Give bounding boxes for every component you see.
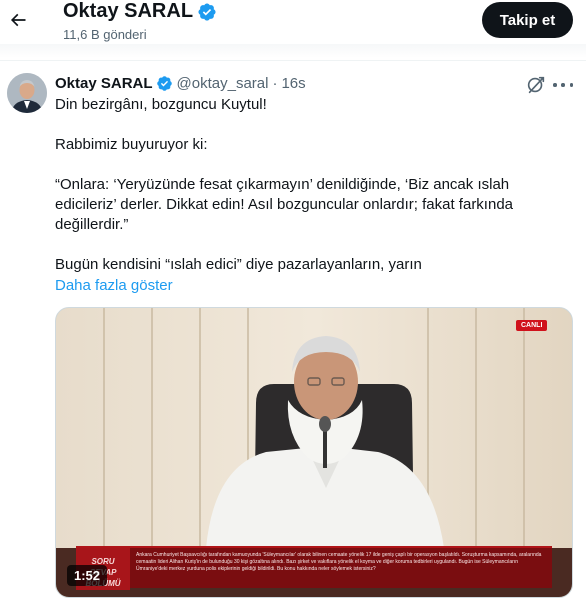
header-shadow xyxy=(0,44,586,58)
back-button[interactable] xyxy=(3,5,33,35)
tweet-line: değillerdir.” xyxy=(55,216,129,233)
verified-badge-icon xyxy=(156,75,172,91)
news-banner: SORU CEVAP BÖLÜMÜ Ankara Cumhuriyet Başs… xyxy=(76,546,552,590)
separator-dot: · xyxy=(272,74,278,92)
header-divider xyxy=(0,60,586,61)
more-icon-dot xyxy=(569,83,573,87)
tweet-line-gap xyxy=(55,235,575,255)
show-more-link[interactable]: Daha fazla göster xyxy=(55,277,173,294)
tweet-line: Rabbimiz buyuruyor ki: xyxy=(55,136,208,153)
author-handle[interactable]: @oktay_saral xyxy=(177,75,269,92)
banner-text: Ankara Cumhuriyet Başsavcılığı tarafında… xyxy=(136,552,542,572)
tweet-line-gap xyxy=(55,115,575,135)
video-player[interactable]: CANLI SORU CEVAP BÖLÜMÜ Ankara Cumhuriye… xyxy=(55,307,573,598)
more-icon-dot xyxy=(553,83,557,87)
tweet-line: Din bezirgânı, bozguncu Kuytul! xyxy=(55,96,267,113)
grok-icon xyxy=(527,76,545,94)
profile-name: Oktay SARAL xyxy=(63,0,217,23)
arrow-left-icon xyxy=(10,13,26,27)
follow-button[interactable]: Takip et xyxy=(482,2,573,38)
profile-name-text: Oktay SARAL xyxy=(63,0,194,22)
tweet-line: “Onlara: ‘Yeryüzünde fesat çıkarmayın’ d… xyxy=(55,176,510,193)
video-duration: 1:52 xyxy=(67,565,108,586)
more-button[interactable] xyxy=(553,78,573,92)
tweet-line: edicileriz’ derler. Dikkat edin! Asıl bo… xyxy=(55,196,514,213)
post-count: 11,6 B gönderi xyxy=(63,27,147,42)
tweet-line-gap xyxy=(55,155,575,175)
tweet-text: Din bezirgânı, bozguncu Kuytul! Rabbimiz… xyxy=(55,95,575,275)
tweet-header: Oktay SARAL @oktay_saral · 16s xyxy=(55,73,306,93)
avatar[interactable] xyxy=(7,73,47,113)
avatar-image xyxy=(7,73,47,113)
author-name[interactable]: Oktay SARAL xyxy=(55,75,153,92)
tweet-time[interactable]: 16s xyxy=(281,75,305,92)
profile-header: Oktay SARAL 11,6 B gönderi Takip et xyxy=(0,0,586,58)
tweet-line: Bugün kendisini “ıslah edici” diye pazar… xyxy=(55,256,422,273)
verified-badge-icon xyxy=(198,2,216,21)
grok-button[interactable] xyxy=(525,74,547,96)
more-icon-dot xyxy=(561,83,565,87)
verified-badge xyxy=(156,75,173,92)
live-badge: CANLI xyxy=(516,320,548,331)
